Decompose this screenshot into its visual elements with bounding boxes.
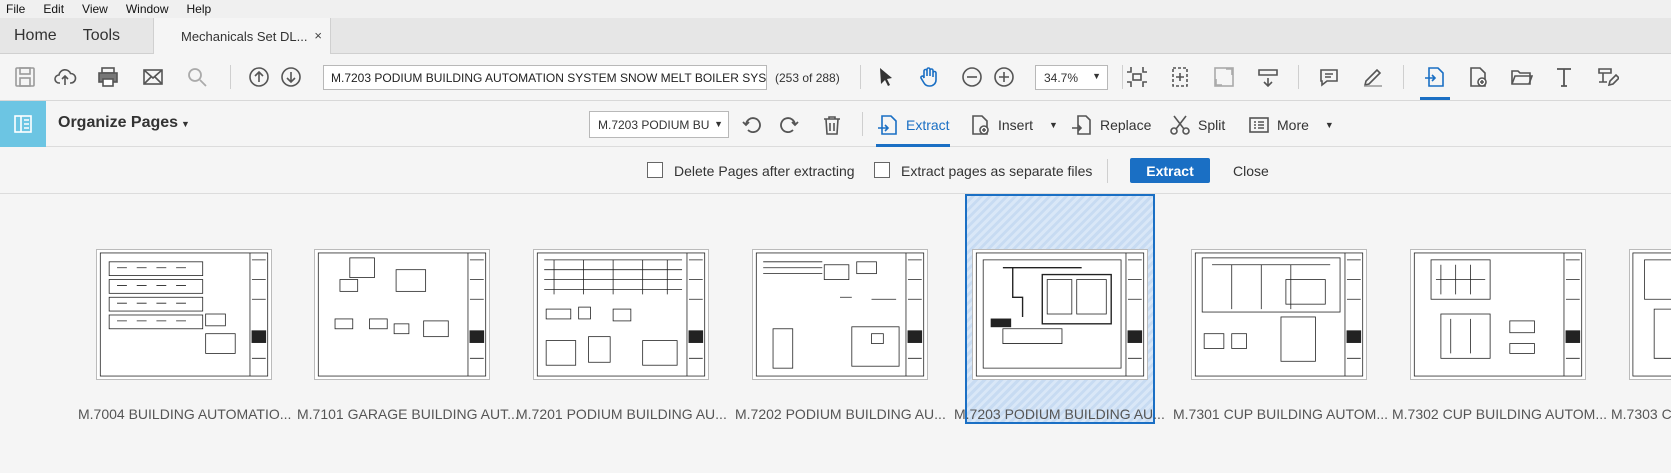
menu-file[interactable]: File <box>6 2 25 16</box>
tab-document[interactable]: Mechanicals Set DL... × <box>153 18 331 54</box>
menu-help[interactable]: Help <box>187 2 212 16</box>
rotate-left-button[interactable] <box>740 111 770 138</box>
tab-home[interactable]: Home <box>0 18 70 53</box>
page-thumbnail[interactable] <box>1629 249 1671 380</box>
separate-files-checkbox[interactable] <box>874 162 890 178</box>
delete-after-extract-checkbox[interactable] <box>647 162 663 178</box>
zoom-level-select[interactable]: 34.7% ▼ <box>1035 65 1108 90</box>
organize-pages-title-label: Organize Pages <box>58 114 179 131</box>
chevron-down-icon: ▼ <box>1049 119 1058 130</box>
split-label: Split <box>1198 116 1226 133</box>
separate-files-label: Extract pages as separate files <box>901 163 1093 179</box>
extract-confirm-button[interactable]: Extract <box>1130 158 1210 183</box>
zoom-out-icon[interactable] <box>957 63 987 91</box>
search-icon[interactable] <box>182 63 212 91</box>
chevron-down-icon: ▼ <box>710 119 723 129</box>
hand-tool-icon[interactable] <box>914 63 944 91</box>
page-label: M.7202 PODIUM BUILDING AU... <box>735 406 946 422</box>
menu-edit[interactable]: Edit <box>43 2 64 16</box>
replace-button[interactable]: Replace <box>1070 111 1151 138</box>
replace-label: Replace <box>1100 116 1152 133</box>
page-count: (253 of 288) <box>775 71 840 85</box>
save-icon[interactable] <box>10 63 40 91</box>
page-thumbnail[interactable] <box>96 249 272 380</box>
more-label: More <box>1277 116 1309 133</box>
page-name-field[interactable]: M.7203 PODIUM BUILDING AUTOMATION SYSTEM… <box>323 65 767 90</box>
insert-button[interactable]: Insert ▼ <box>968 111 1058 138</box>
page-range-value: M.7203 PODIUM BUI <box>598 118 713 132</box>
chevron-down-icon: ▼ <box>1092 71 1101 81</box>
page-label: M.7201 PODIUM BUILDING AU... <box>516 406 727 422</box>
tab-bar: Home Tools Mechanicals Set DL... × <box>0 18 1671 54</box>
zoom-level-value: 34.7% <box>1044 71 1079 85</box>
page-label: M.7101 GARAGE BUILDING AUT... <box>297 406 519 422</box>
page-thumbnail[interactable] <box>752 249 928 380</box>
menu-bar: File Edit View Window Help <box>0 0 1671 18</box>
highlight-pen-icon[interactable] <box>1358 63 1388 91</box>
create-pdf-icon[interactable] <box>1463 63 1493 91</box>
document-tab-label: Mechanicals Set DL... <box>181 28 308 44</box>
page-thumbnail[interactable] <box>314 249 490 380</box>
organize-pages-bar: Organize Pages ▼ M.7203 PODIUM BUI ▼ Extr… <box>0 101 1671 147</box>
caret-down-icon: ▼ <box>181 119 190 129</box>
extract-label: Extract <box>906 116 950 133</box>
page-label-selected: M.7203 PODIUM BUILDING AU... <box>954 406 1165 422</box>
chevron-down-icon: ▼ <box>1324 119 1334 130</box>
split-button[interactable]: Split <box>1168 111 1225 138</box>
more-button[interactable]: More ▼ <box>1247 111 1334 138</box>
zoom-in-icon[interactable] <box>989 63 1019 91</box>
full-screen-icon[interactable] <box>1209 63 1239 91</box>
extract-button[interactable]: Extract <box>876 111 950 138</box>
page-range-select[interactable]: M.7203 PODIUM BUI ▼ <box>589 111 729 138</box>
page-thumbnail[interactable] <box>533 249 709 380</box>
page-thumbnail[interactable] <box>1191 249 1367 380</box>
open-folder-icon[interactable] <box>1506 63 1536 91</box>
comment-icon[interactable] <box>1314 63 1344 91</box>
page-label: M.7303 C... <box>1611 406 1671 422</box>
upload-cloud-icon[interactable] <box>50 63 80 91</box>
previous-page-icon[interactable] <box>244 63 274 91</box>
text-tool-icon[interactable] <box>1549 63 1579 91</box>
page-thumbnails-area: M.7004 BUILDING AUTOMATIO... M.7101 GARA… <box>0 194 1671 427</box>
insert-label: Insert <box>998 116 1034 133</box>
organize-pages-icon[interactable] <box>0 101 46 147</box>
fit-page-icon[interactable] <box>1122 63 1152 91</box>
extract-options-bar: Delete Pages after extracting Extract pa… <box>0 147 1671 194</box>
page-label: M.7301 CUP BUILDING AUTOM... <box>1173 406 1388 422</box>
organize-pages-tool-icon[interactable] <box>1420 63 1450 91</box>
page-thumbnail[interactable] <box>1410 249 1586 380</box>
page-thumbnail[interactable] <box>972 249 1148 380</box>
rotate-right-button[interactable] <box>777 111 807 138</box>
email-icon[interactable] <box>138 63 168 91</box>
page-label: M.7004 BUILDING AUTOMATIO... <box>78 406 292 422</box>
main-toolbar: M.7203 PODIUM BUILDING AUTOMATION SYSTEM… <box>0 54 1671 101</box>
close-tab-icon[interactable]: × <box>314 28 322 43</box>
rotate-view-icon[interactable] <box>1165 63 1195 91</box>
organize-pages-title[interactable]: Organize Pages ▼ <box>58 114 190 132</box>
scroll-mode-icon[interactable] <box>1253 63 1283 91</box>
tab-tools[interactable]: Tools <box>70 18 133 53</box>
menu-view[interactable]: View <box>82 2 108 16</box>
print-icon[interactable] <box>93 63 123 91</box>
edit-document-icon[interactable] <box>1592 63 1622 91</box>
delete-after-extract-label: Delete Pages after extracting <box>674 163 855 179</box>
page-label: M.7302 CUP BUILDING AUTOM... <box>1392 406 1607 422</box>
close-button[interactable]: Close <box>1233 163 1269 179</box>
select-cursor-icon[interactable] <box>871 63 901 91</box>
menu-window[interactable]: Window <box>126 2 169 16</box>
next-page-icon[interactable] <box>276 63 306 91</box>
delete-page-button[interactable] <box>820 111 850 138</box>
